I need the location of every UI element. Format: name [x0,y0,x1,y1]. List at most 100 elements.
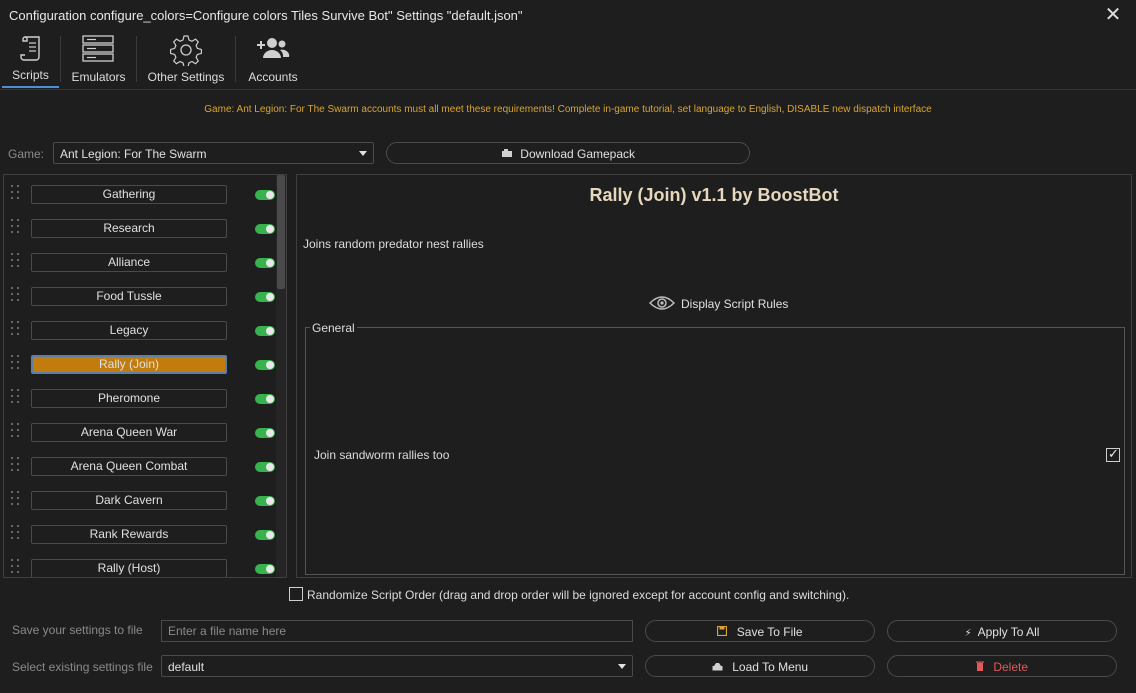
script-toggle[interactable] [255,394,275,404]
script-button[interactable]: Alliance [31,253,227,272]
trash-icon [975,660,987,674]
tab-other-settings[interactable]: Other Settings [140,32,232,88]
script-button[interactable]: Gathering [31,185,227,204]
script-toggle[interactable] [255,360,275,370]
script-row: Pheromone [4,381,276,415]
script-row: Rally (Join) [4,347,276,381]
drag-handle-icon[interactable] [11,389,21,405]
load-to-menu-label: Load To Menu [732,660,809,674]
save-settings-label: Save your settings to file [12,623,143,637]
load-to-menu-button[interactable]: Load To Menu [645,655,875,677]
settings-file-select-value: default [168,660,205,674]
script-toggle[interactable] [255,190,275,200]
join-sandworm-checkbox[interactable] [1106,446,1120,462]
chevron-down-icon [618,664,626,669]
window-title: Configuration configure_colors=Configure… [9,8,523,23]
script-toggle[interactable] [255,462,275,472]
download-gamepack-button[interactable]: Download Gamepack [386,142,750,164]
script-row: Research [4,211,276,245]
drag-handle-icon[interactable] [11,321,21,337]
script-description: Joins random predator nest rallies [303,237,484,251]
apply-to-all-label: Apply To All [977,625,1040,639]
drag-handle-icon[interactable] [11,287,21,303]
delete-label: Delete [993,660,1029,674]
script-list-scrollbar[interactable] [276,175,286,577]
save-to-file-button[interactable]: Save To File [645,620,875,642]
drag-handle-icon[interactable] [11,253,21,269]
drag-handle-icon[interactable] [11,559,21,575]
select-settings-label: Select existing settings file [12,660,153,674]
drag-handle-icon[interactable] [11,219,21,235]
script-row: Rally (Host) [4,551,276,577]
users-add-icon [257,38,290,58]
script-button[interactable]: Rally (Join) [31,355,227,374]
script-button[interactable]: Legacy [31,321,227,340]
script-toggle[interactable] [255,496,275,506]
script-toggle[interactable] [255,292,275,302]
drag-handle-icon[interactable] [11,457,21,473]
drag-handle-icon[interactable] [11,491,21,507]
script-row: Arena Queen Combat [4,449,276,483]
randomize-checkbox[interactable] [289,587,303,601]
script-toggle[interactable] [255,326,275,336]
lightning-icon: ⚡ [964,628,972,639]
general-group: General Join sandworm rallies too [305,321,1125,575]
delete-button[interactable]: Delete [887,655,1117,677]
title-bar: Configuration configure_colors=Configure… [0,0,1136,32]
script-button[interactable]: Pheromone [31,389,227,408]
script-title: Rally (Join) v1.1 by BoostBot [589,185,839,205]
script-row: Gathering [4,177,276,211]
drag-handle-icon[interactable] [11,423,21,439]
server-icon [82,35,114,62]
script-button[interactable]: Food Tussle [31,287,227,306]
download-gamepack-label: Download Gamepack [520,147,636,161]
script-list[interactable]: Gathering Research Alliance Food Tussle Lega… [3,174,287,578]
drag-handle-icon[interactable] [11,525,21,541]
drag-handle-icon[interactable] [11,355,21,371]
tab-scripts[interactable]: Scripts [2,32,59,88]
script-button[interactable]: Rally (Host) [31,559,227,577]
file-name-input[interactable] [161,620,633,642]
script-toggle[interactable] [255,224,275,234]
game-select-value: Ant Legion: For The Swarm [60,147,207,161]
save-to-file-label: Save To File [736,625,803,639]
apply-to-all-button[interactable]: ⚡ Apply To All [887,620,1117,642]
script-row: Arena Queen War [4,415,276,449]
game-select[interactable]: Ant Legion: For The Swarm [53,142,374,164]
script-toggle[interactable] [255,258,275,268]
close-icon[interactable]: ✕ [1104,4,1122,26]
scrollbar-thumb[interactable] [277,175,285,289]
drag-handle-icon[interactable] [11,185,21,201]
load-icon [712,660,726,674]
display-script-rules-label: Display Script Rules [681,297,789,311]
scroll-icon [20,36,40,61]
script-toggle[interactable] [255,564,275,574]
tab-label: Scripts [12,68,49,82]
tab-label: Emulators [71,70,126,84]
game-label: Game: [8,147,45,161]
script-row: Rank Rewards [4,517,276,551]
script-row: Legacy [4,313,276,347]
randomize-label: Randomize Script Order (drag and drop or… [307,588,850,602]
option-label: Join sandworm rallies too [314,448,450,462]
script-toggle[interactable] [255,428,275,438]
group-title: General [310,321,357,335]
tab-emulators[interactable]: Emulators [64,32,133,88]
gear-icon [170,35,202,66]
script-button[interactable]: Rank Rewards [31,525,227,544]
script-row: Dark Cavern [4,483,276,517]
script-button[interactable]: Dark Cavern [31,491,227,510]
download-icon [501,147,516,161]
tab-label: Other Settings [147,70,225,84]
script-detail-panel: Rally (Join) v1.1 by BoostBot Joins rand… [296,174,1132,578]
toolbar: Scripts Emulators Other Settings Account… [0,32,1136,90]
tab-accounts[interactable]: Accounts [239,32,307,88]
script-button[interactable]: Research [31,219,227,238]
script-row: Food Tussle [4,279,276,313]
settings-file-select[interactable]: default [161,655,633,677]
script-button[interactable]: Arena Queen War [31,423,227,442]
eye-icon [649,296,675,310]
script-button[interactable]: Arena Queen Combat [31,457,227,476]
script-row: Alliance [4,245,276,279]
script-toggle[interactable] [255,530,275,540]
